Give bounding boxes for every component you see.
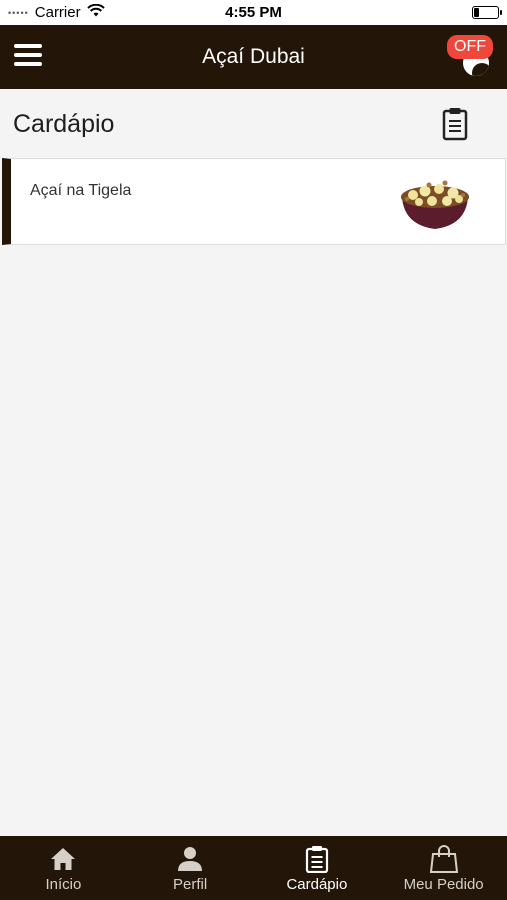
status-bar: ••••• Carrier 4:55 PM (0, 0, 507, 25)
acai-bowl-image (399, 173, 471, 233)
header-title: Açaí Dubai (202, 45, 305, 68)
tab-inicio[interactable]: Início (0, 836, 127, 900)
person-icon (177, 845, 203, 873)
tab-meu-pedido[interactable]: Meu Pedido (380, 836, 507, 900)
tab-cardapio[interactable]: Cardápio (254, 836, 381, 900)
menu-item-label: Açaí na Tigela (30, 182, 132, 199)
tab-label: Início (45, 876, 82, 893)
home-icon (50, 845, 76, 873)
tab-label: Perfil (173, 876, 208, 893)
status-time: 4:55 PM (225, 4, 282, 21)
clipboard-icon (305, 845, 329, 873)
battery-icon (472, 6, 502, 19)
store-status-toggle[interactable]: OFF (445, 35, 495, 78)
tab-label: Meu Pedido (403, 876, 484, 893)
menu-item-card[interactable]: Açaí na Tigela (2, 158, 506, 245)
tab-label: Cardápio (286, 876, 348, 893)
status-badge: OFF (447, 35, 493, 59)
battery-level (474, 8, 479, 17)
tab-perfil[interactable]: Perfil (127, 836, 254, 900)
bottom-tab-bar: Início Perfil Cardápio Meu Pedido (0, 836, 507, 900)
page-title: Cardápio (13, 110, 115, 138)
clipboard-icon[interactable] (438, 106, 472, 142)
shopping-bag-icon (429, 845, 458, 873)
app-header: Açaí Dubai OFF (0, 25, 507, 89)
